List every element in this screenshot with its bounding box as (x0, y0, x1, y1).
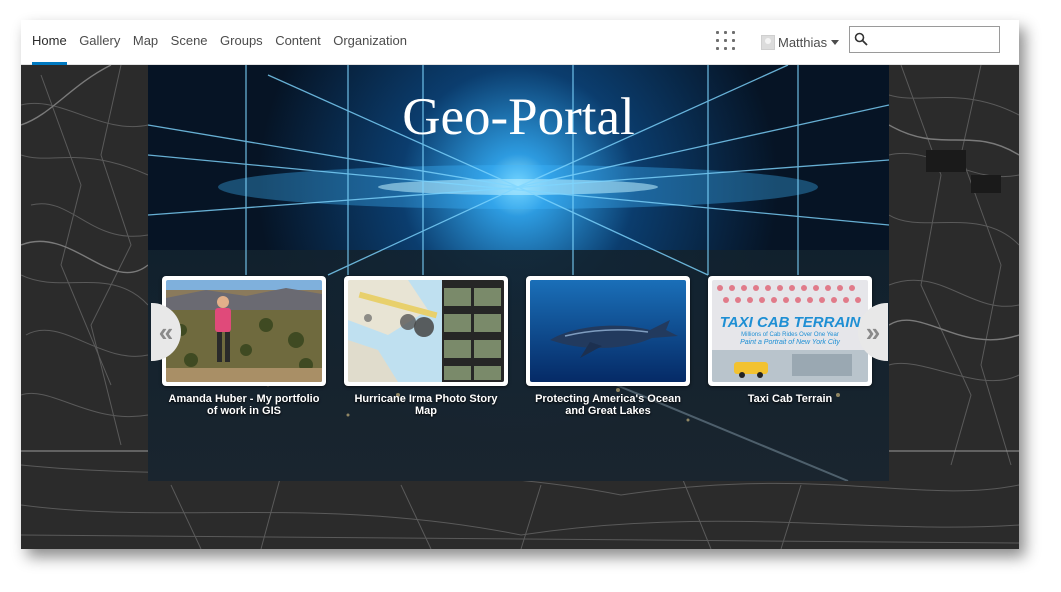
gallery-card[interactable]: TAXI CAB TERRAIN Millions of Cab Rides O… (708, 276, 872, 405)
nav-map[interactable]: Map (133, 20, 158, 64)
gallery-card[interactable]: Hurricane Irma Photo Story Map (344, 276, 508, 417)
thumb-subtitle: Paint a Portrait of New York City (740, 339, 840, 346)
avatar (761, 34, 775, 50)
thumb-subtitle: Millions of Cab Rides Over One Year (741, 332, 839, 338)
card-thumbnail[interactable] (344, 276, 508, 386)
card-caption[interactable]: Protecting America's Ocean and Great Lak… (526, 393, 690, 417)
whale-photo (530, 280, 686, 382)
nav-gallery[interactable]: Gallery (79, 20, 120, 64)
top-navigation: Home Gallery Map Scene Groups Content Or… (21, 20, 1019, 65)
nav-organization[interactable]: Organization (333, 20, 407, 64)
search-icon (854, 32, 868, 46)
nav-home[interactable]: Home (32, 20, 67, 65)
caret-down-icon (831, 39, 840, 45)
nav-content[interactable]: Content (275, 20, 321, 64)
nav-scene[interactable]: Scene (171, 20, 208, 64)
taxi-cab-terrain-graphic: TAXI CAB TERRAIN Millions of Cab Rides O… (712, 280, 868, 382)
nav-groups[interactable]: Groups (220, 20, 263, 64)
search-input[interactable] (870, 29, 1000, 51)
story-map-screenshot (348, 280, 504, 382)
card-caption[interactable]: Taxi Cab Terrain (708, 393, 872, 405)
hero-banner: Geo-Portal Amanda Huber - My portfolio o… (148, 65, 889, 481)
user-menu[interactable]: Matthias (761, 20, 840, 64)
browser-frame: Home Gallery Map Scene Groups Content Or… (21, 20, 1019, 549)
banner-title: Geo-Portal (402, 88, 635, 146)
card-caption[interactable]: Hurricane Irma Photo Story Map (344, 393, 508, 417)
thumb-title: TAXI CAB TERRAIN (720, 314, 862, 331)
search-box[interactable] (849, 26, 1000, 53)
gallery-card[interactable]: Protecting America's Ocean and Great Lak… (526, 276, 690, 417)
card-caption[interactable]: Amanda Huber - My portfolio of work in G… (162, 393, 326, 417)
card-thumbnail[interactable] (162, 276, 326, 386)
user-name: Matthias (778, 34, 828, 50)
gallery-card[interactable]: Amanda Huber - My portfolio of work in G… (162, 276, 326, 417)
app-launcher-icon[interactable] (716, 31, 736, 51)
nav-links: Home Gallery Map Scene Groups Content Or… (32, 20, 419, 65)
card-thumbnail[interactable]: TAXI CAB TERRAIN Millions of Cab Rides O… (708, 276, 872, 386)
hiker-photo (166, 280, 322, 382)
card-thumbnail[interactable] (526, 276, 690, 386)
